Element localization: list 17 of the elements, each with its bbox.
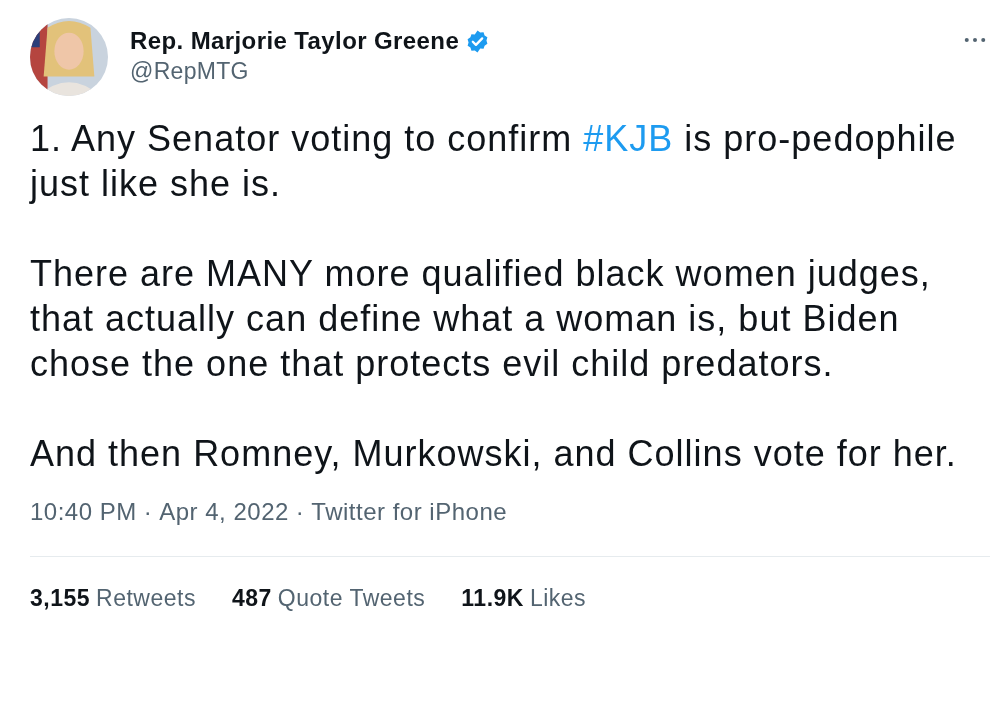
- stat-label[interactable]: Likes: [529, 585, 587, 612]
- more-options-icon[interactable]: [964, 36, 986, 44]
- separator-dot: ·: [295, 498, 305, 526]
- separator-dot: ·: [143, 498, 153, 526]
- author-handle[interactable]: @RepMTG: [130, 56, 491, 86]
- author-name[interactable]: Rep. Marjorie Taylor Greene: [130, 26, 460, 56]
- tweet-date[interactable]: Apr 4, 2022: [159, 498, 289, 526]
- tweet-time[interactable]: 10:40 PM: [30, 498, 137, 526]
- tweet-text: There are MANY more qualified black women judges, that actually can define what a woman is, but Biden chose the one that protects evil child predators.: [30, 252, 932, 386]
- stat-label[interactable]: Quote Tweets: [277, 585, 426, 612]
- stat-count[interactable]: 11.9K: [461, 585, 524, 612]
- tweet-source[interactable]: Twitter for iPhone: [311, 498, 508, 526]
- stat-count[interactable]: 3,155: [30, 585, 91, 612]
- tweet-text: 1. Any Senator voting to confirm #KJB is pro-pedophile just like she is.: [30, 117, 958, 206]
- stat-label[interactable]: Retweets: [96, 585, 196, 612]
- stat-count[interactable]: 487: [231, 585, 272, 612]
- tweet-text: And then Romney, Murkowski, and Collins vote for her.: [30, 432, 958, 476]
